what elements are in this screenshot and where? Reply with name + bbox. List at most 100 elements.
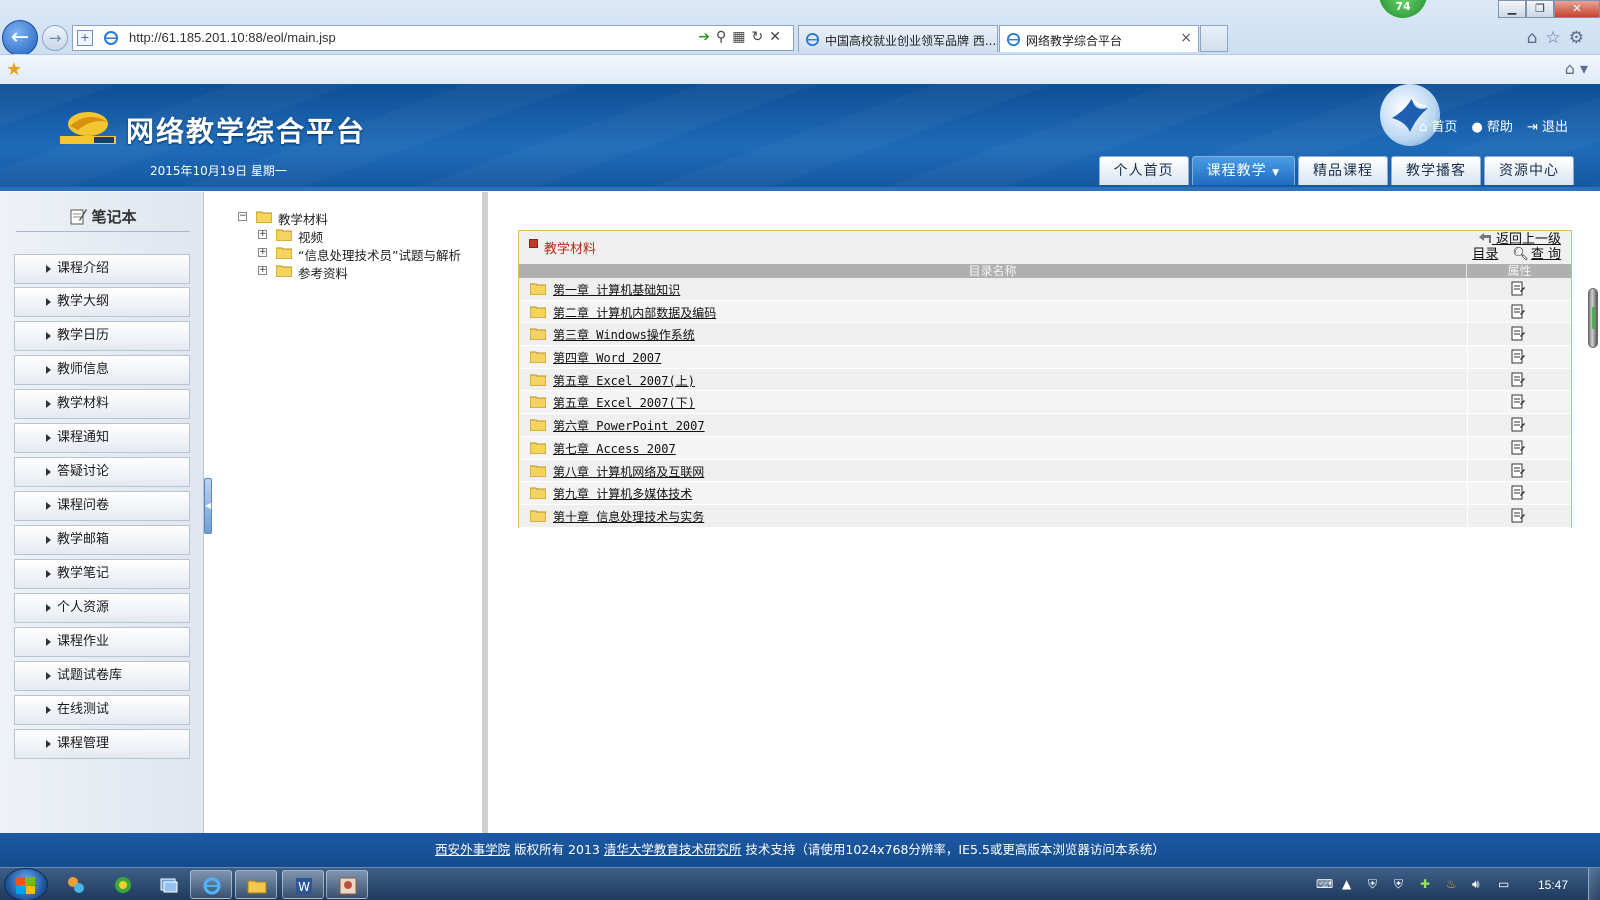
gear-icon[interactable]: ⚙ xyxy=(1569,28,1592,48)
volume-icon[interactable]: 🔊︎ xyxy=(1472,877,1488,893)
nav-tab-teaching-podcast[interactable]: 教学播客 xyxy=(1391,156,1481,185)
tree-node-references[interactable]: + 参考资料 xyxy=(258,263,478,281)
help-link[interactable]: ● 帮助 xyxy=(1471,116,1513,135)
properties-icon[interactable] xyxy=(1511,304,1525,320)
browser-tab[interactable]: 中国高校就业创业领军品牌 西... xyxy=(798,25,998,52)
properties-icon[interactable] xyxy=(1511,349,1525,365)
taskbar-app-browser-360[interactable] xyxy=(102,870,144,899)
folder-link[interactable]: 第四章 Word 2007 xyxy=(553,349,661,366)
search-link[interactable]: 查 询 xyxy=(1531,247,1561,262)
sidebar-item-materials[interactable]: 教学材料 xyxy=(14,389,190,419)
expand-icon[interactable]: + xyxy=(258,230,267,239)
notification-badge[interactable]: 74 xyxy=(1379,0,1427,18)
folder-link[interactable]: 第六章 PowerPoint 2007 xyxy=(553,417,705,434)
properties-icon[interactable] xyxy=(1511,326,1525,342)
properties-icon[interactable] xyxy=(1511,372,1525,388)
properties-icon[interactable] xyxy=(1511,485,1525,501)
nav-tab-quality-courses[interactable]: 精品课程 xyxy=(1298,156,1388,185)
search-icon[interactable]: ⚲ xyxy=(716,29,732,45)
properties-icon[interactable] xyxy=(1511,394,1525,410)
sidebar-item-notices[interactable]: 课程通知 xyxy=(14,423,190,453)
network-icon[interactable]: ▭ xyxy=(1498,877,1514,893)
home-icon[interactable]: ⌂ xyxy=(1527,28,1546,48)
stop-icon[interactable]: ✕ xyxy=(769,29,787,45)
sidebar-item-syllabus[interactable]: 教学大纲 xyxy=(14,287,190,317)
taskbar-app-explorer[interactable] xyxy=(148,870,190,899)
sidebar-item-course-intro[interactable]: 课程介绍 xyxy=(14,254,190,284)
folder-link[interactable]: 第七章 Access 2007 xyxy=(553,440,676,457)
sidebar-item-personal-resources[interactable]: 个人资源 xyxy=(14,593,190,623)
address-bar[interactable]: + http://61.185.201.10:88/eol/main.jsp ➔… xyxy=(72,25,794,51)
sidebar-item-question-bank[interactable]: 试题试卷库 xyxy=(14,661,190,691)
folder-link[interactable]: 第八章 计算机网络及互联网 xyxy=(553,463,704,480)
sidebar-item-mailbox[interactable]: 教学邮箱 xyxy=(14,525,190,555)
logout-link[interactable]: ⇥ 退出 xyxy=(1527,116,1568,135)
browser-tab-active[interactable]: 网络教学综合平台 × xyxy=(999,25,1199,52)
keyboard-icon[interactable]: ⌨ xyxy=(1316,877,1333,893)
app-tray-icon[interactable]: ♨ xyxy=(1446,877,1462,893)
start-button[interactable] xyxy=(4,868,48,900)
taskbar-app-messenger[interactable] xyxy=(55,870,97,899)
plus-icon[interactable]: ✚ xyxy=(1420,877,1436,893)
folder-link[interactable]: 第一章 计算机基础知识 xyxy=(553,281,680,298)
maximize-button[interactable]: ❐ xyxy=(1526,0,1554,18)
folder-link[interactable]: 第九章 计算机多媒体技术 xyxy=(553,485,692,502)
notebook-title[interactable]: 笔记本 xyxy=(16,206,190,232)
properties-icon[interactable] xyxy=(1511,508,1525,524)
back-button[interactable]: ← xyxy=(2,20,38,56)
folder-link[interactable]: 第十章 信息处理技术与实务 xyxy=(553,508,704,525)
url-text[interactable]: http://61.185.201.10:88/eol/main.jsp xyxy=(129,30,336,45)
expand-icon[interactable]: + xyxy=(258,248,267,257)
sidebar-item-homework[interactable]: 课程作业 xyxy=(14,627,190,657)
favorites-add-icon[interactable]: ★ xyxy=(6,59,22,80)
sidebar-item-calendar[interactable]: 教学日历 xyxy=(14,321,190,351)
security-icon[interactable]: ⛨ xyxy=(1394,877,1410,893)
close-tab-icon[interactable]: × xyxy=(1180,30,1192,46)
org-link[interactable]: 西安外事学院 xyxy=(435,842,510,857)
compatibility-icon[interactable]: + xyxy=(77,30,93,46)
collapse-sidebar-handle[interactable]: ◀ xyxy=(204,478,212,534)
new-tab-button[interactable] xyxy=(1200,25,1228,52)
folder-link[interactable]: 第五章 Excel 2007(下) xyxy=(553,394,695,411)
tech-support-link[interactable]: 清华大学教育技术研究所 xyxy=(604,842,742,857)
forward-button[interactable]: → xyxy=(42,25,68,51)
compat-view-icon[interactable]: ▦ xyxy=(732,29,751,45)
properties-icon[interactable] xyxy=(1511,281,1525,297)
nav-tab-course-teaching[interactable]: 课程教学 ▼ xyxy=(1191,156,1295,185)
favorites-star-icon[interactable]: ☆ xyxy=(1546,28,1569,48)
sidebar-item-teacher-info[interactable]: 教师信息 xyxy=(14,355,190,385)
nav-tab-resource-center[interactable]: 资源中心 xyxy=(1484,156,1574,185)
system-clock[interactable]: 15:47 xyxy=(1538,878,1568,892)
scroll-widget[interactable] xyxy=(1588,288,1598,348)
nav-tab-personal-home[interactable]: 个人首页 xyxy=(1098,156,1189,185)
expand-icon[interactable]: + xyxy=(258,266,267,275)
taskbar-app-folder[interactable] xyxy=(235,870,277,899)
taskbar-app-image[interactable] xyxy=(326,870,368,899)
go-icon[interactable]: ➔ xyxy=(698,29,716,45)
sidebar-item-survey[interactable]: 课程问卷 xyxy=(14,491,190,521)
folder-link[interactable]: 第三章 Windows操作系统 xyxy=(553,326,695,343)
properties-icon[interactable] xyxy=(1511,417,1525,433)
back-up-link[interactable]: 返回上一级 xyxy=(1451,232,1561,247)
minimize-button[interactable]: ▁ xyxy=(1498,0,1526,18)
tree-root[interactable]: − 教学材料 xyxy=(238,209,478,227)
sidebar-item-online-test[interactable]: 在线测试 xyxy=(14,695,190,725)
taskbar-app-word[interactable]: W xyxy=(282,870,324,899)
properties-icon[interactable] xyxy=(1511,463,1525,479)
tree-node-video[interactable]: + 视频 xyxy=(258,227,478,245)
folder-link[interactable]: 第五章 Excel 2007(上) xyxy=(553,372,695,389)
folder-link[interactable]: 第二章 计算机内部数据及编码 xyxy=(553,304,716,321)
show-desktop-button[interactable] xyxy=(1588,868,1600,900)
properties-icon[interactable] xyxy=(1511,440,1525,456)
show-hidden-icons-icon[interactable]: ▲ xyxy=(1342,877,1358,893)
close-window-button[interactable]: ✕ xyxy=(1554,0,1600,18)
taskbar-app-ie[interactable] xyxy=(190,870,232,899)
refresh-icon[interactable]: ↻ xyxy=(752,29,770,45)
sidebar-item-course-management[interactable]: 课程管理 xyxy=(14,729,190,759)
sidebar-item-qa[interactable]: 答疑讨论 xyxy=(14,457,190,487)
sidebar-item-notes[interactable]: 教学笔记 xyxy=(14,559,190,589)
shield-icon[interactable]: ⛨ xyxy=(1368,877,1384,893)
tree-node-exam-analysis[interactable]: + “信息处理技术员”试题与解析 xyxy=(258,245,478,263)
directory-link[interactable]: 目录 xyxy=(1472,247,1498,262)
collapse-icon[interactable]: − xyxy=(238,212,247,221)
